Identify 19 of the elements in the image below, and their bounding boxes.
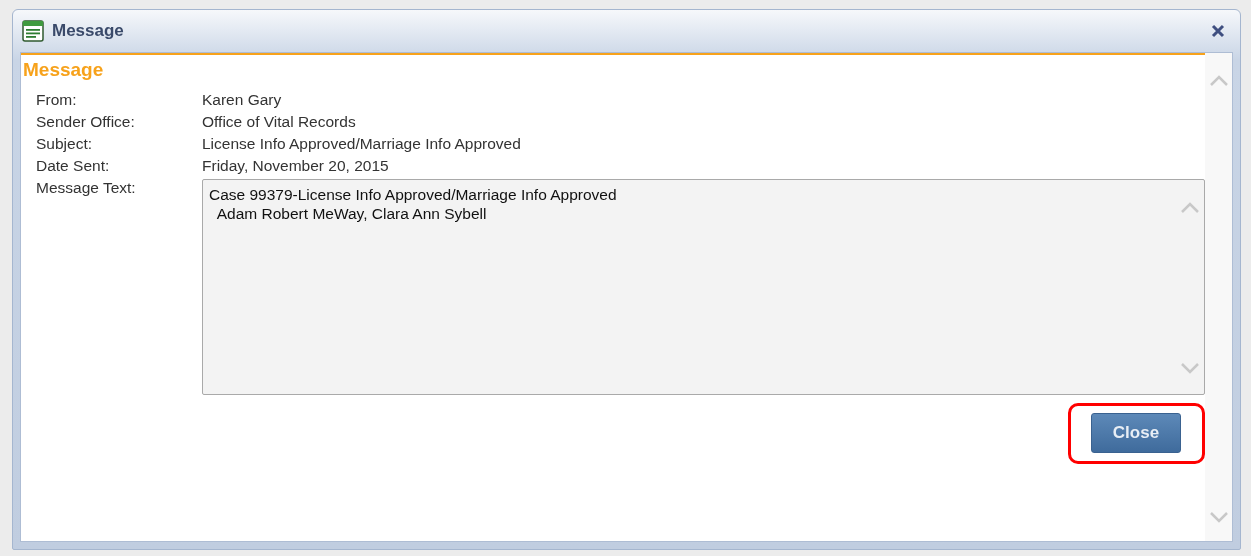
scroll-down-icon[interactable] bbox=[1209, 512, 1228, 523]
field-value: License Info Approved/Marriage Info Approved bbox=[202, 135, 522, 153]
field-value: Office of Vital Records bbox=[202, 113, 357, 131]
field-label: Subject: bbox=[36, 135, 93, 153]
message-text-box[interactable]: Case 99379-License Info Approved/Marriage Info Approved Adam Robert MeWay, Clara Ann Sybell bbox=[202, 179, 1205, 395]
section-title: Message bbox=[22, 58, 105, 82]
field-label: From: bbox=[36, 91, 78, 109]
field-label: Sender Office: bbox=[36, 113, 136, 131]
message-window-icon bbox=[22, 20, 44, 42]
scroll-up-icon[interactable] bbox=[1209, 75, 1228, 86]
scroll-down-icon[interactable] bbox=[1181, 363, 1199, 374]
message-text: Case 99379-License Info Approved/Marriage Info Approved Adam Robert MeWay, Clara Ann Sybell bbox=[208, 185, 618, 225]
scroll-up-icon[interactable] bbox=[1181, 202, 1199, 213]
window-title: Message bbox=[52, 21, 125, 41]
field-value: Friday, November 20, 2015 bbox=[202, 157, 390, 175]
field-label: Message Text: bbox=[36, 179, 137, 198]
field-label: Date Sent: bbox=[36, 157, 111, 175]
close-button[interactable]: Close bbox=[1091, 413, 1181, 453]
field-value: Karen Gary bbox=[202, 91, 283, 109]
